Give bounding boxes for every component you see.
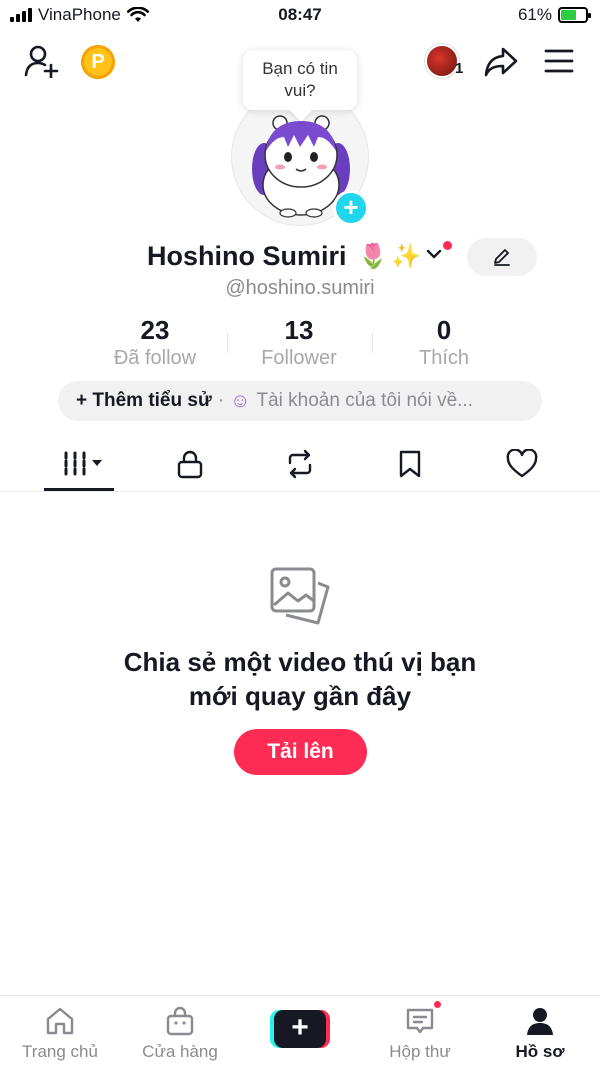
stat-value: 23 <box>140 315 170 345</box>
heart-icon <box>506 449 538 478</box>
stat-label: Đã follow <box>113 347 197 369</box>
profile-icon <box>527 1008 553 1035</box>
stat-followers[interactable]: 13 Follower <box>224 315 374 371</box>
clock: 08:47 <box>278 5 322 24</box>
profile-name-row: Hoshino Sumiri 🌷 ✨ <box>0 238 600 278</box>
sparkles-emoji: ✨ <box>391 243 421 270</box>
tab-private[interactable] <box>130 438 250 492</box>
mood-prompt-bubble[interactable]: Bạn có tin vui? <box>243 50 357 110</box>
bio-separator: · <box>217 390 225 411</box>
profile-stats: 23 Đã follow 13 Follower 0 Thích <box>0 315 600 371</box>
tab-liked[interactable] <box>461 438 581 492</box>
bubble-line-1: Bạn có tin <box>262 59 338 78</box>
empty-title-line-1: Chia sẻ một video thú vị bạn <box>123 647 477 677</box>
nav-label: Cửa hàng <box>142 1042 218 1061</box>
coin-icon[interactable]: P <box>81 45 115 79</box>
add-friend-icon[interactable] <box>24 44 60 78</box>
repost-icon <box>288 449 312 479</box>
stat-following[interactable]: 23 Đã follow <box>80 315 230 371</box>
create-icon: + <box>270 1010 330 1048</box>
add-bio-label: + Thêm tiểu sử <box>76 390 212 411</box>
empty-state-title: Chia sẻ một video thú vị bạn mới quay gầ… <box>0 645 600 713</box>
stat-value: 0 <box>436 315 452 345</box>
smile-icon: ☺ <box>230 389 251 412</box>
tab-reposts[interactable] <box>240 438 360 492</box>
display-name: Hoshino Sumiri <box>147 241 347 271</box>
stat-label: Follower <box>261 347 337 369</box>
status-bar: VinaPhone 08:47 61% <box>0 0 600 32</box>
nav-label: Trang chủ <box>22 1042 98 1061</box>
battery-group: 61% <box>517 5 591 25</box>
bottom-navigation: Trang chủ Cửa hàng + Hộp thư Hồ sơ <box>0 995 600 1067</box>
add-avatar-button[interactable]: + <box>333 190 369 226</box>
nav-profile[interactable]: Hồ sơ <box>480 996 600 1067</box>
upload-button[interactable]: Tải lên <box>234 729 367 775</box>
photo-gallery-icon <box>270 567 330 625</box>
stat-label: Thích <box>418 347 470 369</box>
bubble-line-2: vui? <box>284 81 316 100</box>
nav-shop[interactable]: Cửa hàng <box>120 996 240 1067</box>
active-tab-indicator <box>44 488 114 491</box>
story-avatar[interactable] <box>425 44 459 78</box>
stat-value: 13 <box>284 315 314 345</box>
nav-label: Hồ sơ <box>515 1042 565 1061</box>
shop-icon <box>166 1006 194 1036</box>
inbox-notification-dot <box>432 999 443 1010</box>
edit-profile-button[interactable] <box>467 238 537 276</box>
tab-videos[interactable] <box>19 438 139 492</box>
story-count: 1 <box>455 60 464 77</box>
share-icon[interactable] <box>483 46 519 78</box>
content-tabs <box>0 438 600 492</box>
nav-inbox[interactable]: Hộp thư <box>360 996 480 1067</box>
menu-icon[interactable] <box>544 48 574 74</box>
nav-create[interactable]: + <box>240 996 360 1067</box>
username: @hoshino.sumiri <box>225 277 375 299</box>
bio-hint: Tài khoản của tôi nói về... <box>256 390 473 411</box>
tulip-emoji: 🌷 <box>358 243 388 270</box>
tab-saved[interactable] <box>350 438 470 492</box>
add-bio-button[interactable]: + Thêm tiểu sử · ☺ Tài khoản của tôi nói… <box>58 381 542 421</box>
chevron-down-icon[interactable] <box>426 248 442 260</box>
notification-dot <box>443 241 452 250</box>
battery-icon <box>558 7 591 23</box>
stat-likes[interactable]: 0 Thích <box>369 315 519 371</box>
nav-label: Hộp thư <box>389 1042 451 1061</box>
videos-grid-icon <box>64 451 102 477</box>
home-icon <box>46 1007 74 1035</box>
bookmark-icon <box>399 450 421 478</box>
battery-percent: 61% <box>517 5 552 24</box>
lock-icon <box>177 450 203 479</box>
empty-title-line-2: mới quay gần đây <box>188 681 412 711</box>
inbox-icon <box>406 1008 434 1034</box>
nav-home[interactable]: Trang chủ <box>0 996 120 1067</box>
pencil-icon <box>494 249 510 266</box>
